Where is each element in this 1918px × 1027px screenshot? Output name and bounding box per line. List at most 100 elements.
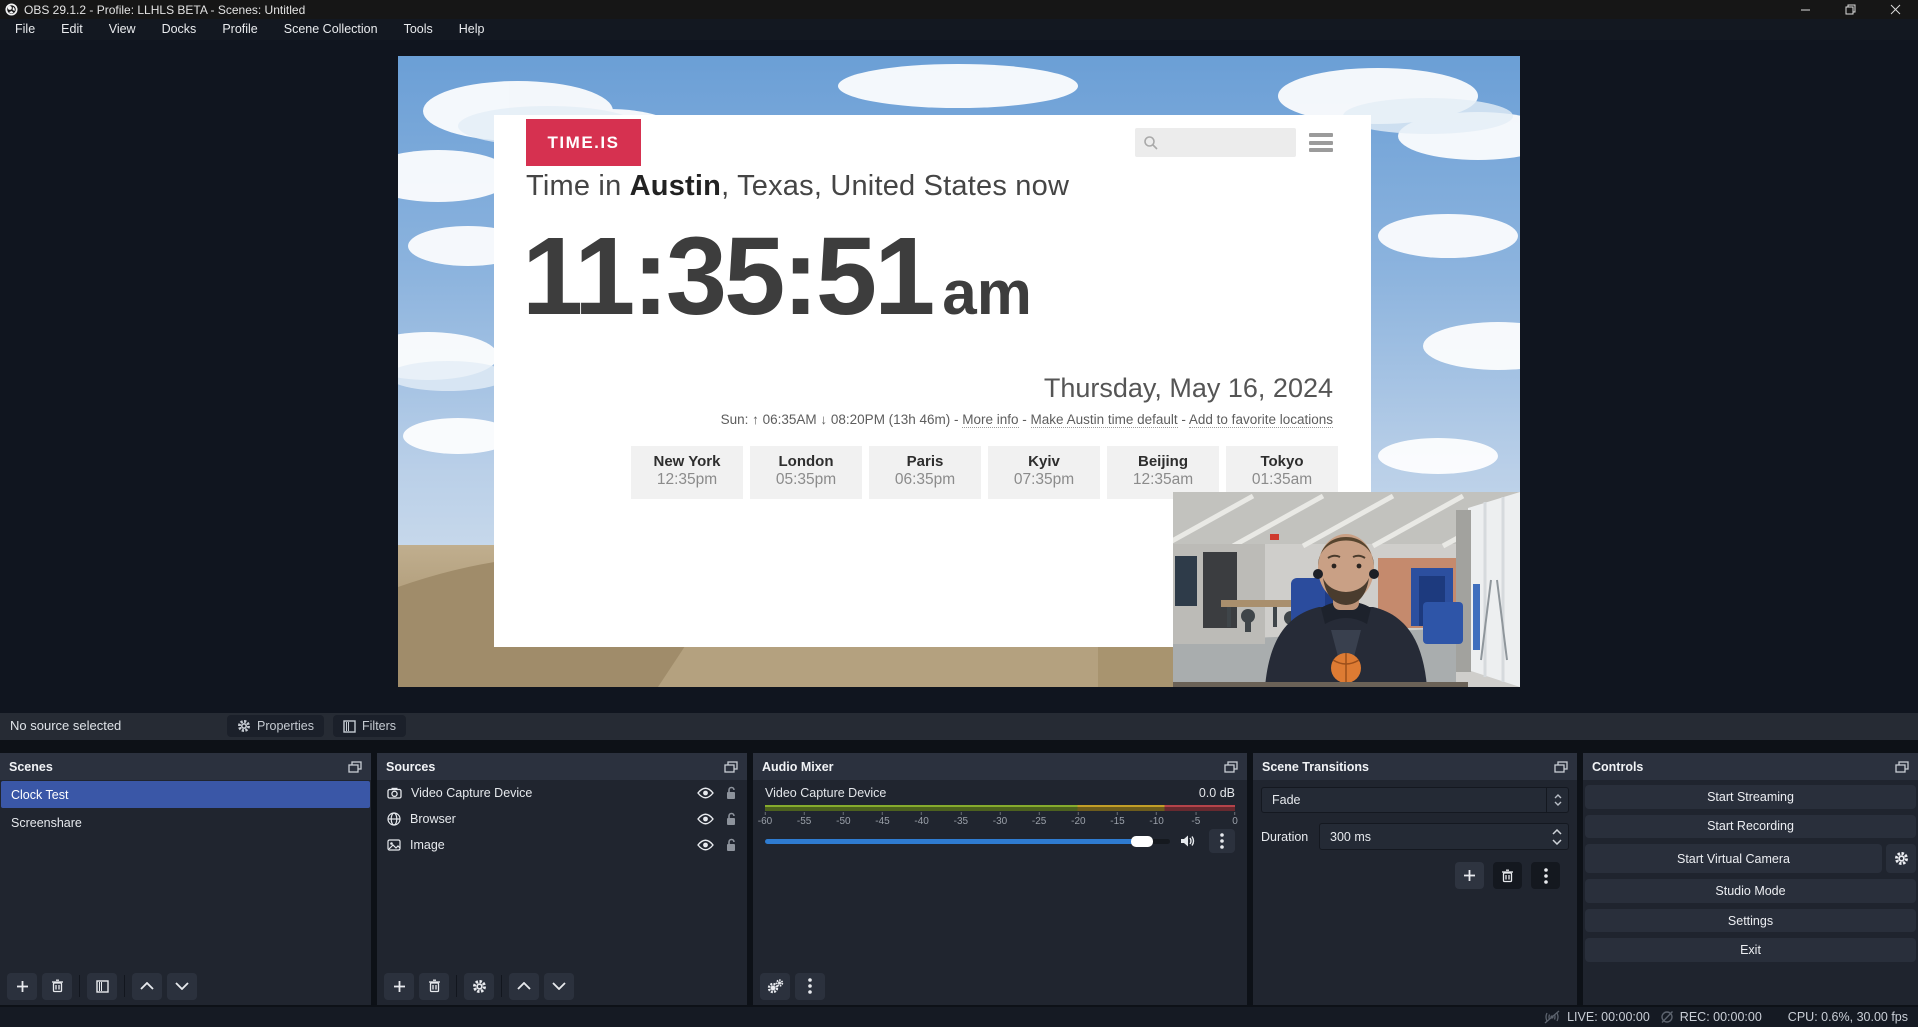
gear-icon — [472, 979, 487, 994]
scene-filters-button[interactable] — [87, 973, 117, 1000]
menu-tools[interactable]: Tools — [391, 19, 446, 40]
eye-icon[interactable] — [697, 839, 714, 851]
duration-label: Duration — [1261, 830, 1319, 844]
timeis-clock: 11:35:51am — [522, 213, 1032, 340]
titlebar: OBS 29.1.2 - Profile: LLHLS BETA - Scene… — [0, 0, 1918, 19]
add-favorite-link: Add to favorite locations — [1189, 412, 1333, 428]
source-item-browser[interactable]: Browser — [377, 806, 747, 832]
advanced-audio-button[interactable] — [760, 973, 790, 1000]
audio-mixer-dock: Audio Mixer Video Capture Device 0.0 dB … — [753, 753, 1247, 1005]
popout-icon[interactable] — [1224, 761, 1238, 773]
remove-source-button[interactable] — [419, 973, 449, 1000]
speaker-icon[interactable] — [1180, 834, 1196, 848]
close-button[interactable] — [1873, 0, 1918, 19]
popout-icon[interactable] — [1895, 761, 1909, 773]
menu-file[interactable]: File — [2, 19, 48, 40]
source-item-image[interactable]: Image — [377, 832, 747, 858]
transition-properties-button[interactable] — [1531, 862, 1560, 889]
popout-icon[interactable] — [724, 761, 738, 773]
scene-item-clock-test[interactable]: Clock Test — [1, 781, 370, 808]
double-gear-icon — [767, 979, 784, 994]
volume-meter — [765, 805, 1235, 811]
volume-slider-handle[interactable] — [1131, 836, 1153, 847]
unlock-icon[interactable] — [725, 786, 737, 800]
city-clock: New York12:35pm — [631, 446, 743, 499]
transitions-dock: Scene Transitions Fade Duration — [1253, 753, 1577, 1005]
chevron-down-icon — [552, 982, 566, 990]
minimize-button[interactable] — [1783, 0, 1828, 19]
camera-icon — [387, 787, 402, 799]
timeis-heading: Time in Austin, Texas, United States now — [526, 170, 1069, 203]
chevron-up-icon — [517, 982, 531, 990]
timeis-search-box — [1135, 128, 1296, 157]
source-properties-button[interactable] — [464, 973, 494, 1000]
chevron-down-icon[interactable] — [1552, 839, 1562, 845]
menu-edit[interactable]: Edit — [48, 19, 96, 40]
unlock-icon[interactable] — [725, 812, 737, 826]
gear-icon — [237, 719, 251, 733]
eye-icon[interactable] — [697, 787, 714, 799]
transition-select[interactable]: Fade — [1261, 787, 1569, 813]
menubar: File Edit View Docks Profile Scene Colle… — [0, 19, 1918, 40]
record-inactive-icon — [1660, 1010, 1674, 1024]
move-source-up-button[interactable] — [509, 973, 539, 1000]
popout-icon[interactable] — [348, 761, 362, 773]
filter-icon — [96, 980, 109, 993]
mixer-options-button[interactable] — [1209, 829, 1235, 853]
meter-scale: -60 -55 -50 -45 -40 -35 -30 -25 -20 -15 … — [765, 812, 1235, 826]
globe-icon — [387, 812, 401, 826]
start-recording-button[interactable]: Start Recording — [1585, 815, 1916, 839]
popout-icon[interactable] — [1554, 761, 1568, 773]
filter-icon — [343, 720, 356, 733]
exit-button[interactable]: Exit — [1585, 938, 1916, 962]
source-status-text: No source selected — [10, 718, 121, 733]
mixer-menu-button[interactable] — [795, 973, 825, 1000]
scene-item-screenshare[interactable]: Screenshare — [1, 809, 370, 836]
settings-button[interactable]: Settings — [1585, 909, 1916, 933]
add-scene-button[interactable] — [7, 973, 37, 1000]
eye-icon[interactable] — [697, 813, 714, 825]
search-icon — [1143, 135, 1159, 151]
trash-icon — [51, 979, 64, 993]
gear-icon — [1894, 851, 1909, 866]
move-scene-down-button[interactable] — [167, 973, 197, 1000]
volume-slider[interactable] — [765, 839, 1170, 844]
remove-scene-button[interactable] — [42, 973, 72, 1000]
sources-list: Video Capture Device Browser — [377, 780, 747, 967]
menu-help[interactable]: Help — [446, 19, 498, 40]
move-source-down-button[interactable] — [544, 973, 574, 1000]
duration-spinbox[interactable]: 300 ms — [1319, 823, 1569, 850]
unlock-icon[interactable] — [725, 838, 737, 852]
restore-button[interactable] — [1828, 0, 1873, 19]
obs-logo-icon — [5, 3, 18, 16]
dots-vertical-icon — [1544, 868, 1548, 884]
chevron-up-icon[interactable] — [1552, 829, 1562, 835]
live-status: LIVE: 00:00:00 — [1543, 1010, 1650, 1024]
mixer-toolbar — [753, 967, 1247, 1005]
menu-profile[interactable]: Profile — [209, 19, 270, 40]
timeis-logo: TIME.IS — [526, 119, 641, 166]
virtual-camera-settings-button[interactable] — [1886, 844, 1916, 873]
select-spinner[interactable] — [1546, 788, 1568, 812]
dots-vertical-icon — [1220, 833, 1224, 849]
dots-vertical-icon — [808, 978, 812, 994]
source-item-video-capture[interactable]: Video Capture Device — [377, 780, 747, 806]
menu-scene-collection[interactable]: Scene Collection — [271, 19, 391, 40]
remove-transition-button[interactable] — [1493, 862, 1522, 889]
add-transition-button[interactable] — [1455, 862, 1484, 889]
window-title: OBS 29.1.2 - Profile: LLHLS BETA - Scene… — [24, 3, 305, 17]
plus-icon — [16, 980, 29, 993]
scenes-dock-header: Scenes — [0, 753, 371, 780]
menu-view[interactable]: View — [96, 19, 149, 40]
webcam-overlay — [1173, 492, 1520, 687]
studio-mode-button[interactable]: Studio Mode — [1585, 879, 1916, 903]
add-source-button[interactable] — [384, 973, 414, 1000]
start-streaming-button[interactable]: Start Streaming — [1585, 785, 1916, 809]
preview-canvas[interactable]: TIME.IS Time in Austin, Texas, United St… — [398, 56, 1520, 687]
menu-docks[interactable]: Docks — [149, 19, 210, 40]
properties-button[interactable]: Properties — [227, 715, 324, 737]
filters-button[interactable]: Filters — [333, 715, 406, 737]
start-virtual-camera-button[interactable]: Start Virtual Camera — [1585, 844, 1882, 873]
status-bar: LIVE: 00:00:00 REC: 00:00:00 CPU: 0.6%, … — [0, 1007, 1918, 1027]
move-scene-up-button[interactable] — [132, 973, 162, 1000]
